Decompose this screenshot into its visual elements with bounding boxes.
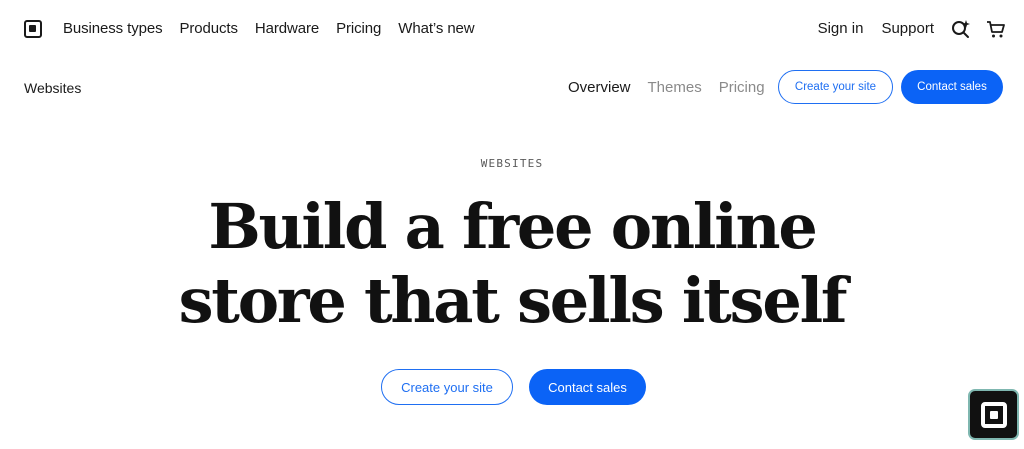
nav-hardware[interactable]: Hardware	[255, 20, 319, 37]
nav-pricing[interactable]: Pricing	[336, 20, 381, 37]
subnav-contact-sales-button[interactable]: Contact sales	[901, 70, 1003, 104]
sub-navigation: Websites Overview Themes Pricing Create …	[0, 58, 1024, 118]
hero-headline: Build a free online store that sells its…	[0, 190, 1024, 338]
hero-eyebrow: WEBSITES	[480, 157, 544, 170]
nav-whats-new[interactable]: What’s new	[398, 20, 474, 37]
square-logo-icon[interactable]	[24, 20, 42, 38]
subnav-themes[interactable]: Themes	[648, 79, 702, 96]
hero-contact-sales-button[interactable]: Contact sales	[529, 369, 646, 405]
hero-create-site-button[interactable]: Create your site	[381, 369, 513, 405]
top-navigation: Business types Products Hardware Pricing…	[0, 0, 1024, 58]
square-chat-widget-icon	[980, 401, 1007, 428]
sign-in-link[interactable]: Sign in	[818, 20, 864, 37]
main-nav: Business types Products Hardware Pricing…	[63, 20, 475, 37]
subnav-pricing[interactable]: Pricing	[719, 79, 765, 96]
right-nav: Sign in Support	[818, 20, 934, 37]
cart-icon[interactable]	[986, 19, 1006, 39]
support-link[interactable]: Support	[881, 20, 934, 37]
subnav-links: Overview Themes Pricing	[568, 79, 765, 96]
nav-products[interactable]: Products	[179, 20, 238, 37]
hero-headline-line1: Build a free online	[208, 190, 818, 263]
nav-business-types[interactable]: Business types	[63, 20, 163, 37]
subnav-create-site-button[interactable]: Create your site	[778, 70, 893, 104]
search-icon[interactable]	[951, 19, 971, 39]
hero-headline-line2: store that sells itself	[178, 264, 848, 337]
subnav-overview[interactable]: Overview	[568, 79, 631, 96]
subnav-title[interactable]: Websites	[24, 80, 81, 96]
chat-widget-button[interactable]	[968, 389, 1019, 440]
